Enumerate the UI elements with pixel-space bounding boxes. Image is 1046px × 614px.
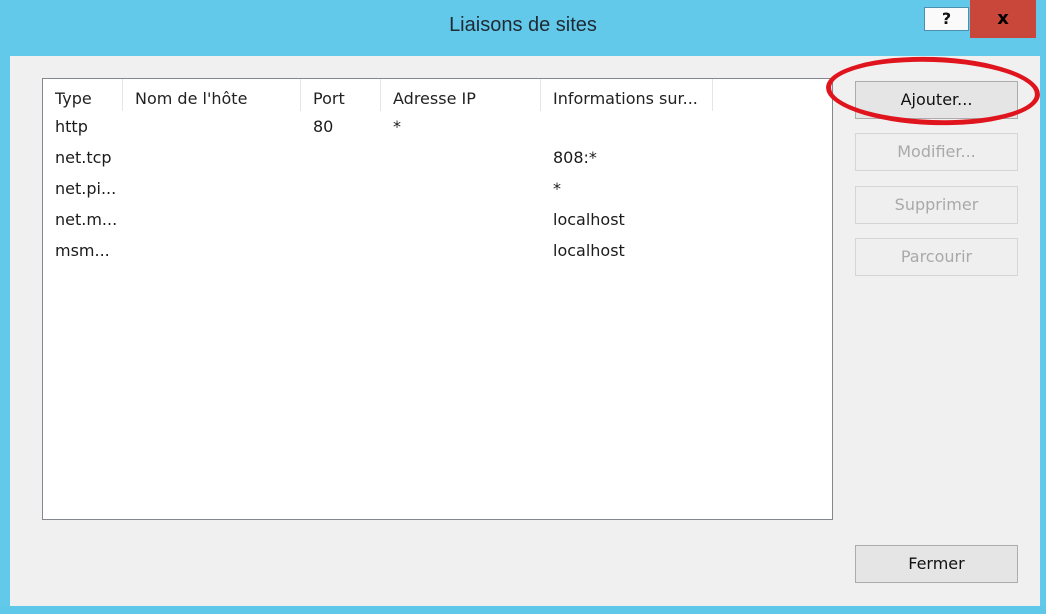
cell-binding-info: * bbox=[553, 179, 561, 198]
dialog-window: Liaisons de sites ? x Type Nom de l'hôte… bbox=[0, 0, 1046, 614]
column-header-port[interactable]: Port bbox=[301, 79, 381, 111]
edit-button[interactable]: Modifier... bbox=[855, 133, 1018, 171]
cell-binding-info: 808:* bbox=[553, 148, 597, 167]
table-row[interactable]: msm... localhost bbox=[43, 236, 832, 267]
table-row[interactable]: http 80 * bbox=[43, 112, 832, 143]
cell-type: http bbox=[55, 117, 88, 136]
table-row[interactable]: net.tcp 808:* bbox=[43, 143, 832, 174]
table-row[interactable]: net.m... localhost bbox=[43, 205, 832, 236]
window-bottom-border bbox=[0, 606, 1046, 614]
list-header: Type Nom de l'hôte Port Adresse IP Infor… bbox=[43, 79, 832, 111]
close-window-button[interactable]: x bbox=[970, 0, 1036, 38]
table-row[interactable]: net.pi... * bbox=[43, 174, 832, 205]
column-header-hostname[interactable]: Nom de l'hôte bbox=[123, 79, 301, 111]
cell-port: 80 bbox=[313, 117, 334, 136]
cell-binding-info: localhost bbox=[553, 210, 625, 229]
cell-type: msm... bbox=[55, 241, 110, 260]
cell-type: net.tcp bbox=[55, 148, 112, 167]
window-title: Liaisons de sites bbox=[449, 14, 597, 36]
cell-binding-info: localhost bbox=[553, 241, 625, 260]
browse-button[interactable]: Parcourir bbox=[855, 238, 1018, 276]
bindings-list[interactable]: Type Nom de l'hôte Port Adresse IP Infor… bbox=[42, 78, 833, 520]
column-header-binding-info[interactable]: Informations sur... bbox=[541, 79, 713, 111]
dialog-client-area: Type Nom de l'hôte Port Adresse IP Infor… bbox=[10, 56, 1040, 608]
title-bar[interactable]: Liaisons de sites ? x bbox=[0, 0, 1046, 55]
cell-type: net.pi... bbox=[55, 179, 117, 198]
close-button[interactable]: Fermer bbox=[855, 545, 1018, 583]
column-header-ip-address[interactable]: Adresse IP bbox=[381, 79, 541, 111]
column-header-type[interactable]: Type bbox=[43, 79, 123, 111]
cell-type: net.m... bbox=[55, 210, 118, 229]
help-button[interactable]: ? bbox=[924, 7, 969, 31]
cell-ip-address: * bbox=[393, 117, 401, 136]
remove-button[interactable]: Supprimer bbox=[855, 186, 1018, 224]
